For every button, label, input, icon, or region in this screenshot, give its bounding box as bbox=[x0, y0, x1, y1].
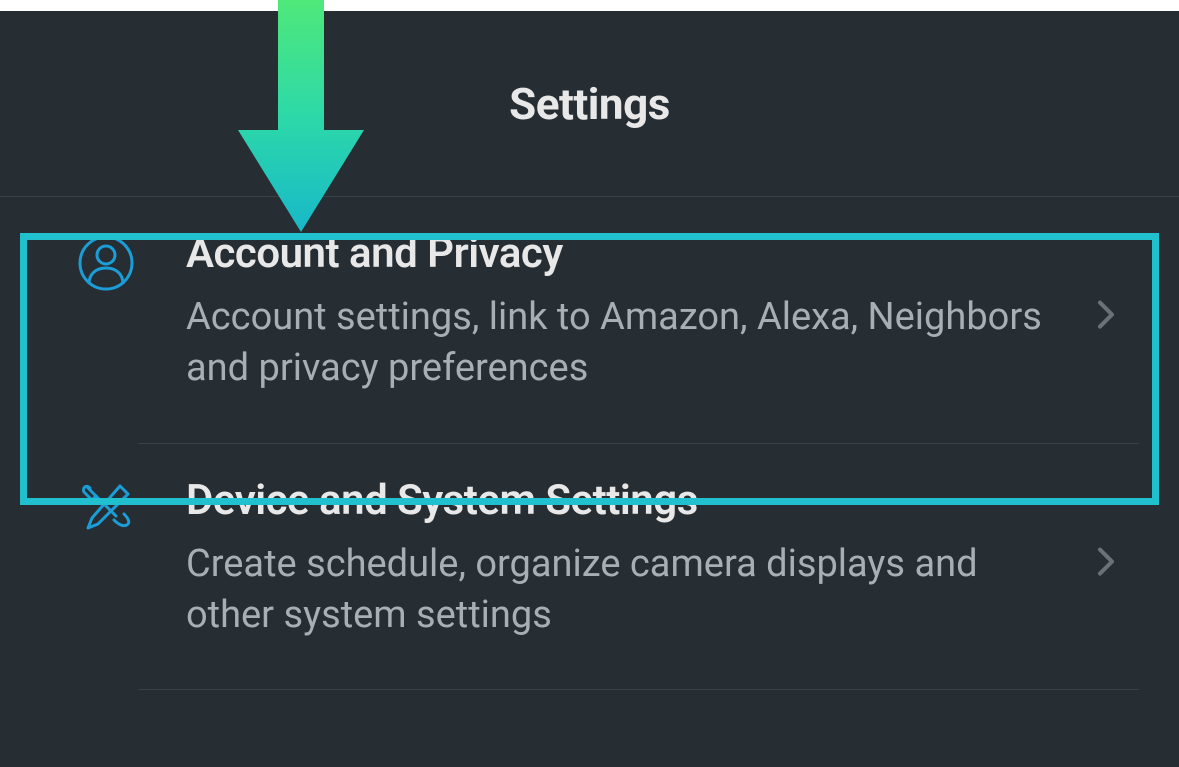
settings-item-title: Account and Privacy bbox=[186, 229, 1049, 278]
tools-icon bbox=[78, 482, 138, 542]
page-title: Settings bbox=[509, 78, 670, 130]
settings-header: Settings bbox=[0, 11, 1179, 197]
chevron-right-icon bbox=[1097, 300, 1115, 334]
user-icon bbox=[78, 235, 138, 295]
chevron-right-icon bbox=[1097, 546, 1115, 580]
settings-screen: Settings Account and Privacy Account set… bbox=[0, 11, 1179, 767]
settings-item-title: Device and System Settings bbox=[186, 476, 1049, 525]
settings-item-device-system[interactable]: Device and System Settings Create schedu… bbox=[0, 444, 1179, 691]
settings-item-description: Create schedule, organize camera display… bbox=[186, 539, 1049, 642]
settings-item-account-privacy[interactable]: Account and Privacy Account settings, li… bbox=[0, 197, 1179, 444]
settings-item-description: Account settings, link to Amazon, Alexa,… bbox=[186, 292, 1049, 395]
